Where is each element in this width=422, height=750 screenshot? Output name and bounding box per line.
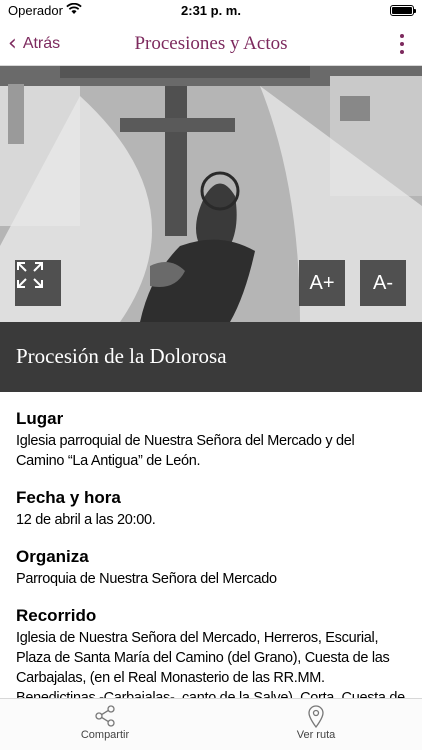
back-label: Atrás [22, 35, 61, 52]
status-bar: Operador 2:31 p. m. [0, 0, 422, 22]
back-button[interactable]: ‹ Atrás [8, 30, 60, 58]
section-heading: Organiza [16, 547, 89, 566]
section-text: 12 de abril a las 20:00. [16, 512, 156, 528]
section-heading: Lugar [16, 409, 64, 428]
section-heading: Recorrido [16, 606, 97, 625]
expand-icon[interactable] [15, 260, 61, 306]
map-pin-icon [256, 703, 376, 729]
view-route-button[interactable]: Ver ruta [256, 703, 376, 741]
location-section: Lugar Iglesia parroquial de Nuestra Seño… [0, 409, 422, 471]
clock: 2:31 p. m. [181, 3, 241, 18]
event-details: Lugar Iglesia parroquial de Nuestra Seño… [0, 392, 422, 698]
event-title: Procesión de la Dolorosa [0, 322, 422, 392]
font-increase-button[interactable]: A+ [299, 260, 345, 306]
route-label: Ver ruta [296, 729, 336, 741]
page-title: Procesiones y Actos [134, 33, 288, 54]
navigation-bar: ‹ Atrás Procesiones y Actos [0, 22, 422, 66]
font-decrease-button[interactable]: A- [360, 260, 406, 306]
section-text: Parroquia de Nuestra Señora del Mercado [16, 571, 277, 587]
share-label: Compartir [80, 729, 130, 741]
section-text: Iglesia parroquial de Nuestra Señora del… [16, 433, 355, 469]
section-heading: Fecha y hora [16, 488, 121, 507]
procession-photo: A+ A- [0, 66, 422, 322]
more-options-icon[interactable] [392, 30, 412, 58]
share-icon [45, 703, 165, 729]
chevron-left-icon: ‹ [8, 31, 17, 56]
bottom-toolbar: Compartir Ver ruta [0, 698, 422, 750]
share-button[interactable]: Compartir [45, 703, 165, 741]
photo-illustration [0, 66, 422, 322]
datetime-section: Fecha y hora 12 de abril a las 20:00. [0, 488, 422, 530]
organizer-section: Organiza Parroquia de Nuestra Señora del… [0, 547, 422, 589]
route-section: Recorrido Iglesia de Nuestra Señora del … [0, 606, 422, 698]
section-text: Iglesia de Nuestra Señora del Mercado, H… [16, 630, 405, 698]
battery-icon [390, 5, 416, 16]
